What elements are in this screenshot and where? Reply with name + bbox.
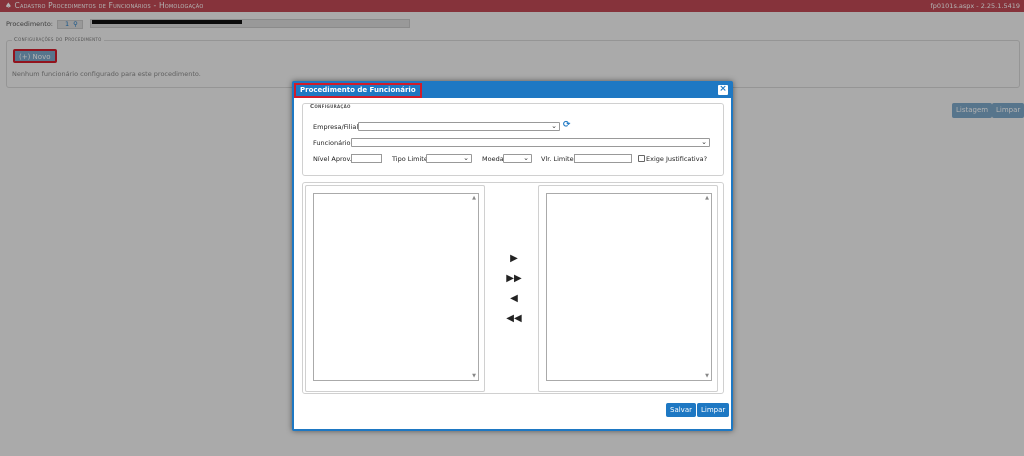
move-all-left-icon[interactable]: ◀◀ <box>506 313 522 325</box>
nivel-aprov-label: Nível Aprov.: <box>313 155 355 163</box>
selected-list-panel: ▲ ▼ <box>538 185 718 392</box>
tipo-limite-label: Tipo Limite: <box>392 155 431 163</box>
chevron-down-icon: ⌄ <box>551 122 557 130</box>
empresa-label: Empresa/Filial: <box>313 123 361 131</box>
moeda-select[interactable]: ⌄ <box>503 154 532 163</box>
scroll-down-icon[interactable]: ▼ <box>472 373 476 379</box>
move-all-right-icon[interactable]: ▶▶ <box>506 273 522 285</box>
vlr-limite-input[interactable] <box>574 154 632 163</box>
available-listbox[interactable]: ▲ ▼ <box>313 193 479 381</box>
selected-listbox[interactable]: ▲ ▼ <box>546 193 712 381</box>
move-left-icon[interactable]: ◀ <box>506 293 522 305</box>
scroll-up-icon[interactable]: ▲ <box>705 195 709 201</box>
chevron-down-icon: ⌄ <box>701 138 707 146</box>
scroll-up-icon[interactable]: ▲ <box>472 195 476 201</box>
funcionario-label: Funcionário: <box>313 139 353 147</box>
procedimento-modal: Procedimento de Funcionário × Configuraç… <box>292 81 733 431</box>
chevron-down-icon: ⌄ <box>523 154 529 162</box>
vlr-limite-label: Vlr. Limite: <box>541 155 576 163</box>
exige-justificativa-checkbox[interactable] <box>638 155 645 162</box>
empresa-select[interactable]: ⌄ <box>358 122 560 131</box>
nivel-aprov-input[interactable] <box>351 154 382 163</box>
modal-title: Procedimento de Funcionário <box>294 83 422 98</box>
tipo-limite-select[interactable]: ⌄ <box>426 154 472 163</box>
move-right-icon[interactable]: ▶ <box>506 253 522 265</box>
scroll-down-icon[interactable]: ▼ <box>705 373 709 379</box>
close-icon[interactable]: × <box>718 85 728 95</box>
configuracao-legend: Configuração <box>308 104 353 110</box>
exige-justificativa-label: Exige Justificativa? <box>646 155 708 163</box>
modal-header: Procedimento de Funcionário × <box>294 83 731 98</box>
chevron-down-icon: ⌄ <box>463 154 469 162</box>
available-list-panel: ▲ ▼ <box>305 185 485 392</box>
funcionario-select[interactable]: ⌄ <box>351 138 710 147</box>
refresh-icon[interactable]: ⟳ <box>563 121 571 130</box>
salvar-button[interactable]: Salvar <box>666 403 696 417</box>
limpar-button[interactable]: Limpar <box>697 403 730 417</box>
